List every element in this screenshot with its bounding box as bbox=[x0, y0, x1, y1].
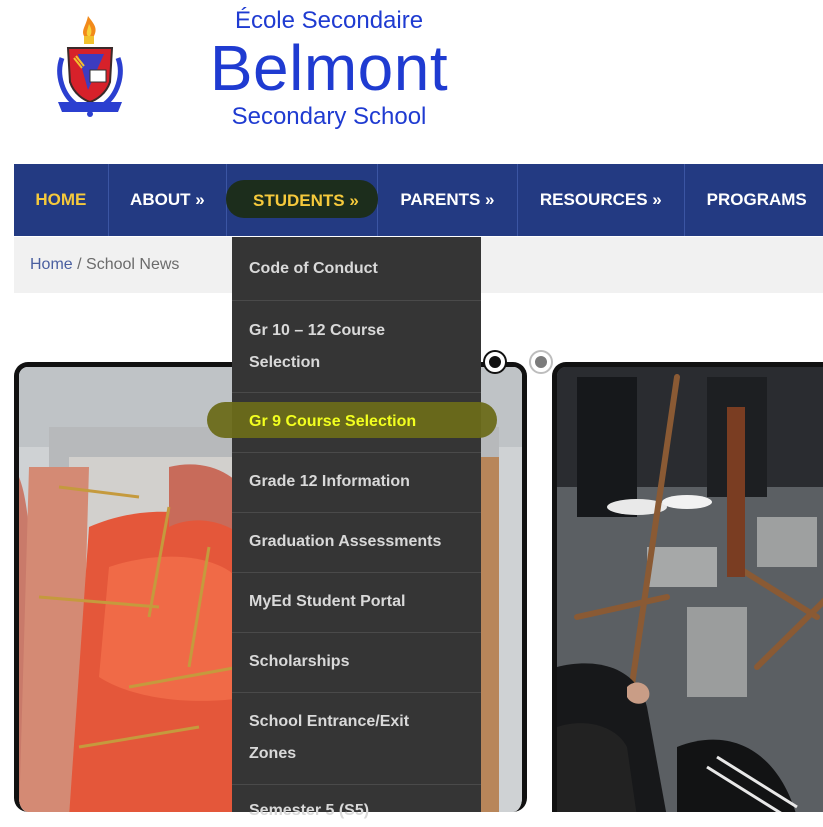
menu-item-code-of-conduct[interactable]: Code of Conduct bbox=[232, 237, 481, 301]
menu-item-label: Scholarships bbox=[249, 653, 350, 670]
nav-parents[interactable]: PARENTS » bbox=[378, 164, 518, 236]
menu-item-label: Grade 12 Information bbox=[249, 473, 410, 490]
breadcrumb-current: School News bbox=[86, 256, 180, 273]
menu-item-school-entrance-exit-zones[interactable]: School Entrance/Exit Zones bbox=[232, 693, 481, 785]
menu-item-label: Graduation Assessments bbox=[249, 533, 442, 550]
menu-item-label: Gr 10 – 12 Course Selection bbox=[249, 322, 386, 371]
menu-item-label: Code of Conduct bbox=[249, 260, 378, 277]
slider-dot-1[interactable] bbox=[485, 352, 505, 372]
menu-item-label: MyEd Student Portal bbox=[249, 593, 406, 610]
menu-item-graduation-assessments[interactable]: Graduation Assessments bbox=[232, 513, 481, 573]
school-title[interactable]: École Secondaire Belmont Secondary Schoo… bbox=[196, 6, 462, 134]
breadcrumb-separator: / bbox=[72, 256, 87, 273]
menu-item-label: School Entrance/Exit Zones bbox=[249, 713, 410, 762]
nav-students-label[interactable]: STUDENTS » bbox=[253, 190, 359, 212]
nav-about[interactable]: ABOUT » bbox=[109, 164, 228, 236]
breadcrumb-home-link[interactable]: Home bbox=[30, 256, 73, 273]
school-title-english: Secondary School bbox=[231, 103, 427, 130]
school-crest-logo[interactable] bbox=[48, 14, 132, 118]
menu-item-grade12-information[interactable]: Grade 12 Information bbox=[232, 453, 481, 513]
menu-item-gr10-12-course-selection[interactable]: Gr 10 – 12 Course Selection bbox=[232, 301, 481, 393]
nav-programs[interactable]: PROGRAMS bbox=[685, 164, 823, 236]
slider-dot-2[interactable] bbox=[531, 352, 551, 372]
slider-image-campfire[interactable] bbox=[552, 362, 823, 812]
menu-item-myed-student-portal[interactable]: MyEd Student Portal bbox=[232, 573, 481, 633]
menu-item-label: Gr 9 Course Selection bbox=[249, 413, 417, 430]
menu-item-scholarships[interactable]: Scholarships bbox=[232, 633, 481, 693]
menu-item-gr9-course-selection[interactable]: Gr 9 Course Selection bbox=[232, 393, 481, 453]
breadcrumb: Home / School News bbox=[30, 256, 179, 274]
menu-item-label: Semester 5 (S5) bbox=[249, 802, 370, 819]
main-nav: HOME ABOUT » PARENTS » RESOURCES » PROGR… bbox=[14, 164, 823, 236]
nav-home[interactable]: HOME bbox=[14, 164, 109, 236]
menu-item-semester-5[interactable]: Semester 5 (S5) bbox=[232, 785, 481, 825]
nav-resources[interactable]: RESOURCES » bbox=[518, 164, 685, 236]
school-title-main: Belmont bbox=[209, 32, 449, 104]
